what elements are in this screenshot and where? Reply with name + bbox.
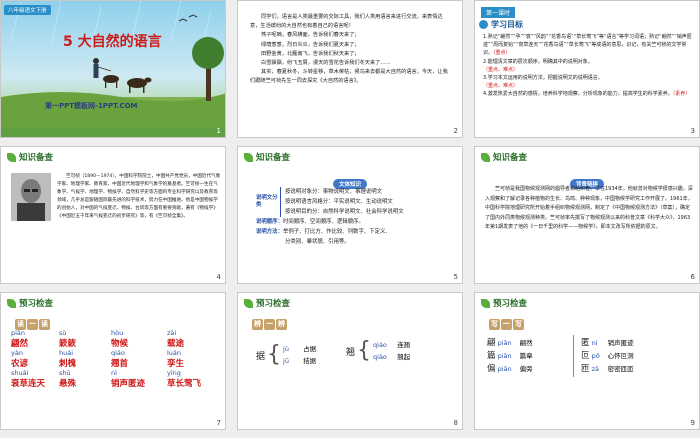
leaf-icon [244, 298, 253, 308]
char-row: 匿 nì 销声匿迹 [581, 338, 634, 348]
objective-item: 4.激发热爱大自然的感情，培养科学地观察，分析现象的能力，提高学生的科学素养。（… [483, 91, 691, 98]
objective-item: 1.熟记“翩然”“孕”“衰”“风韵”“花香鸟语”“草长莺飞”等“语言”等学习词语… [483, 34, 692, 57]
word-cell: yīng 草长莺飞 [167, 369, 202, 389]
word-cell: hòu 物候 [111, 329, 129, 349]
leaf-icon [7, 152, 16, 162]
char-row: 翩 piān 翩然 [487, 338, 533, 348]
word-cell: huái 刺槐 [59, 349, 77, 369]
intro-line: 白雪飘飘，纷飞玉屑，漫天的雪花告诉我们冬天来了…… [261, 60, 391, 67]
section-heading: 预习检查 [244, 297, 290, 309]
category-row: 按说明语言风格分：平实说明文、生动说明文 [285, 199, 393, 205]
brand-badge: 八年级语文下册 [4, 5, 51, 15]
slide-7-thumbnail[interactable]: 预习检查 读一读 piān 翩然 sù 簌簌 hòu 物候 zài 载途 yàn 农谚 h… [0, 292, 226, 430]
slide-2-thumbnail[interactable]: 同学们，语言是人类最重要的交际工具，我们人类用语言来进行交流，来表情达意，生活缤… [237, 0, 463, 138]
char-group-left: 翩 piān 翩然 篇 piān 篇章 偏 piān 偏旁 [487, 337, 533, 376]
intro-line: 燕子呢喃，春风拂面，告诉我们春天来了； [261, 32, 360, 39]
reading-row: qiào 翘起 [373, 353, 411, 361]
section-heading: 知识备查 [481, 151, 527, 163]
page-number: 7 [216, 419, 221, 427]
intro-paragraph: 其实，春夏秋冬，斗转星移，草木荣枯，候鸟来去都是大自然的语言。今天，让我们跟随竺… [250, 69, 448, 85]
leaf-icon [244, 152, 253, 162]
section-heading: 预习检查 [481, 297, 527, 309]
category-row: 按说明对象分：事物说明文、事理说明文 [285, 189, 383, 195]
slide-9-thumbnail[interactable]: 预习检查 写一写 翩 piān 翩然 篇 piān 篇章 偏 piān 偏旁 匿… [474, 292, 700, 430]
template-footer: 第一PPT模板网-1PPT.COM [45, 102, 138, 110]
reading-row: qiáo 连翘 [373, 341, 411, 349]
page-number: 6 [690, 273, 695, 281]
page-number: 5 [453, 273, 458, 281]
char-row: 偏 piān 偏旁 [487, 364, 533, 374]
word-cell: luán 孪生 [167, 349, 185, 369]
section-heading: 知识备查 [7, 151, 53, 163]
tile: 辨 [276, 319, 287, 330]
target-icon [479, 20, 488, 29]
slide-4-thumbnail[interactable]: 知识备查 竺可桢（1890—1974），中国科学院院士，中国共产党党员，中国近代… [0, 146, 226, 284]
intro-line: 绿荫葱葱，烈日炎炎，告诉我们夏天来了； [261, 41, 360, 48]
page-number: 8 [453, 419, 458, 427]
tile: 一 [501, 319, 512, 330]
section-heading: 知识备查 [244, 151, 290, 163]
word-cell: nì 销声匿迹 [111, 369, 146, 389]
order-row: 时间顺序、空间顺序、逻辑顺序。 [282, 219, 364, 225]
leaf-icon [7, 298, 16, 308]
char-row: 匝 zā 密密匝匝 [581, 364, 634, 374]
leaf-icon [481, 152, 490, 162]
genre-knowledge: 说明文分类 按说明对象分：事物说明文、事理说明文 按说明语言风格分：平实说明文、… [256, 187, 456, 247]
category-label: 说明文分类 [256, 195, 278, 208]
page-number: 9 [690, 419, 695, 427]
slide-3-thumbnail[interactable]: 第一课时 学习目标 1.熟记“翩然”“孕”“衰”“风韵”“花香鸟语”“草长莺飞”… [474, 0, 700, 138]
tile: 辨 [252, 319, 263, 330]
slide-8-thumbnail[interactable]: 预习检查 辨一辨 据 { jù 占据 jū 拮据 翘 { qiáo 连翘 qià… [237, 292, 463, 430]
read-tiles: 读一读 [15, 311, 51, 330]
objective-item: 3.学习本文运用的说明方法，把握说明文的说明语言。 （重点、难点） [483, 75, 603, 90]
page-number: 1 [216, 127, 221, 135]
lesson-badge: 第一课时 [481, 7, 516, 18]
char-group-right: 翘 { qiáo 连翘 qiào 翘起 [346, 338, 411, 363]
char-group-right: 匿 nì 销声匿迹 叵 pǒ 心怀叵测 匝 zā 密密匝匝 [581, 337, 634, 376]
intro-text: 同学们，语言是人类最重要的交际工具，我们人类用语言来进行交流，来表情达意，生活缤… [250, 13, 450, 87]
intro-line: 田野金黄，北雁南飞，告诉我们秋天来了； [261, 50, 360, 57]
slide-1-thumbnail[interactable]: 八年级语文下册 5 大自然的语言 第一PPT模板网-1PPT.COM 1 [0, 0, 226, 138]
objectives-list: 1.熟记“翩然”“孕”“衰”“风韵”“花香鸟语”“草长莺飞”等“语言”等学习词语… [483, 33, 695, 99]
word-cell: shuāi 衰草连天 [11, 369, 46, 389]
portrait-photo [11, 173, 51, 221]
word-cell: qiáo 翘首 [111, 349, 129, 369]
lesson-title: 5 大自然的语言 [63, 34, 162, 50]
section-heading: 学习目标 [491, 20, 523, 29]
pinyin-grid: piān 翩然 sù 簌簌 hòu 物候 zài 载途 yàn 农谚 huái 刺槐 qiá… [11, 329, 221, 389]
reading-row: jù 占据 [283, 345, 317, 353]
method-row: 分类别、摹状貌、引用等。 [285, 239, 350, 245]
cover-illustration [1, 1, 225, 137]
char-row: 叵 pǒ 心怀叵测 [581, 351, 634, 361]
section-heading: 预习检查 [7, 297, 53, 309]
order-label: 说明顺序： [256, 219, 283, 225]
word-cell: shū 悬殊 [59, 369, 77, 389]
word-cell: sù 簌簌 [59, 329, 77, 349]
method-row: 举例子、打比方、作比较、列数字、下定义、 [282, 229, 391, 235]
slide-6-thumbnail[interactable]: 知识备查 背景链接 竺可桢是我国物候观测网的倡导者和组织者。早在1934年，他就… [474, 146, 700, 284]
method-label: 说明方法： [256, 229, 283, 235]
page-number: 3 [690, 127, 695, 135]
category-row: 按说明目的分：自然科学说明文、社会科学说明文 [285, 209, 404, 215]
tile: 写 [489, 319, 500, 330]
intro-paragraph: 同学们，语言是人类最重要的交际工具，我们人类用语言来进行交流，来表情达意，生活缤… [250, 14, 443, 30]
background-text: 竺可桢是我国物候观测网的倡导者和组织者。早在1934年，他就曾对物候学很感兴趣，… [485, 186, 693, 231]
distinguish-tiles: 辨一辨 [252, 311, 288, 330]
char-row: 篇 piān 篇章 [487, 351, 533, 361]
write-tiles: 写一写 [489, 311, 525, 330]
word-cell: yàn 农谚 [11, 349, 29, 369]
bio-text: 竺可桢（1890—1974），中国科学院院士，中国共产党党员，中国近代气象学家、… [57, 174, 221, 219]
char-group-left: 据 { jù 占据 jū 拮据 [256, 342, 317, 367]
leaf-icon [481, 298, 490, 308]
word-cell: piān 翩然 [11, 329, 29, 349]
tile: 一 [264, 319, 275, 330]
slide-5-thumbnail[interactable]: 知识备查 文体知识 说明文分类 按说明对象分：事物说明文、事理说明文 按说明语言… [237, 146, 463, 284]
tile: 写 [513, 319, 524, 330]
page-number: 4 [216, 273, 221, 281]
page-number: 2 [453, 127, 458, 135]
word-cell: zài 载途 [167, 329, 185, 349]
reading-row: jū 拮据 [283, 357, 317, 365]
objective-item: 2.能理清文章的层次顺序，明确其中的说明对象。 （重点、难点） [483, 58, 593, 73]
